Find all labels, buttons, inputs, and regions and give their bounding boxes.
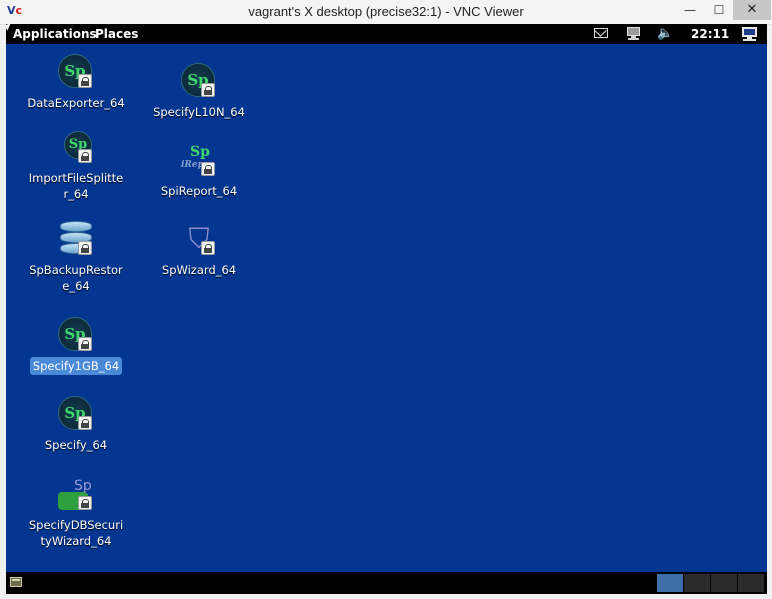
icon-label: SpecifyDBSecurityWizard_64 — [28, 518, 124, 548]
desktop-icon-dataexporter[interactable]: Sp DataExporter_64 — [24, 52, 128, 112]
window-title: vagrant's X desktop (precise32:1) - VNC … — [248, 4, 524, 19]
desktop-icon-specifydbsecuritywizard[interactable]: Sp SpecifyDBSecurityWizard_64 — [24, 474, 128, 550]
workspace-2[interactable] — [684, 574, 710, 592]
workspace-1[interactable] — [657, 574, 683, 592]
volume-icon[interactable]: 🔈 — [657, 26, 677, 42]
db-security-wizard-icon: Sp — [56, 474, 96, 514]
icon-label: Specify1GB_64 — [29, 357, 123, 375]
icon-label: ImportFileSplitter_64 — [28, 171, 124, 201]
icon-label: SpWizard_64 — [161, 263, 237, 277]
mail-icon[interactable] — [594, 28, 608, 38]
lock-icon — [201, 241, 215, 255]
desktop-icon-spireport[interactable]: Sp iRep SpiReport_64 — [147, 140, 251, 200]
database-backup-icon — [56, 219, 96, 259]
desktop-icon-specifyl10n[interactable]: Sp SpecifyL10N_64 — [147, 61, 251, 121]
lock-icon — [78, 416, 92, 430]
maximize-button[interactable]: ☐ — [704, 0, 734, 20]
desktop-icon-specify[interactable]: Sp Specify_64 — [24, 394, 128, 454]
lock-icon — [201, 83, 215, 97]
close-button[interactable]: ✕ — [733, 0, 771, 20]
workspace-3[interactable] — [711, 574, 737, 592]
lock-icon — [78, 496, 92, 510]
applications-menu[interactable]: Applications — [13, 27, 97, 41]
window-titlebar[interactable]: Vc vagrant's X desktop (precise32:1) - V… — [0, 0, 772, 25]
network-icon[interactable] — [625, 27, 643, 41]
desktop-icon-specify1gb[interactable]: Sp Specify1GB_64 — [24, 315, 128, 375]
bottom-panel — [6, 572, 767, 594]
lock-icon — [78, 337, 92, 351]
icon-label: Specify_64 — [44, 438, 108, 452]
desktop-icon-spbackuprestore[interactable]: SpBackupRestore_64 — [24, 219, 128, 295]
icon-label: SpBackupRestore_64 — [29, 263, 123, 293]
specify-logo-icon: Sp — [56, 394, 96, 434]
icon-label: SpecifyL10N_64 — [153, 105, 245, 119]
workspace-4[interactable] — [738, 574, 764, 592]
lock-icon — [78, 74, 92, 88]
clock[interactable]: 22:11 — [691, 27, 729, 41]
icon-label: DataExporter_64 — [27, 96, 125, 110]
places-menu[interactable]: Places — [95, 27, 138, 41]
specify-logo-icon: Sp — [56, 315, 96, 355]
lock-icon — [78, 241, 92, 255]
minimize-button[interactable]: — — [675, 0, 705, 20]
wizard-hat-icon: ⛉ — [179, 219, 219, 259]
ireport-icon: Sp iRep — [179, 140, 219, 180]
display-icon[interactable] — [741, 26, 759, 42]
icon-label: SpiReport_64 — [160, 184, 238, 198]
lock-icon — [78, 149, 92, 163]
desktop-icon-spwizard[interactable]: ⛉ SpWizard_64 — [147, 219, 251, 279]
desktop-icon-importfilesplitter[interactable]: Sp ImportFileSplitter_64 — [24, 127, 128, 203]
remote-desktop[interactable]: Applications Places 🔈 22:11 Sp DataExpor… — [6, 24, 767, 594]
specify-logo-icon: Sp — [56, 52, 96, 92]
specify-logo-icon: Sp — [179, 61, 219, 101]
show-desktop-icon[interactable] — [10, 577, 22, 587]
lock-icon — [201, 162, 215, 176]
file-splitter-icon: Sp — [56, 127, 96, 167]
top-panel: Applications Places 🔈 22:11 — [6, 24, 767, 44]
